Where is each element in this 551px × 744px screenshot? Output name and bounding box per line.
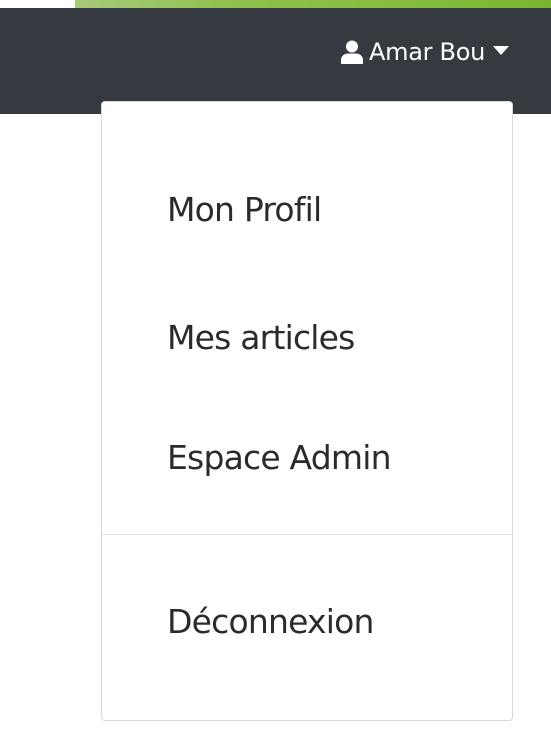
menu-item-profile[interactable]: Mon Profil — [167, 190, 322, 229]
menu-item-articles[interactable]: Mes articles — [167, 318, 355, 357]
user-name: Amar Bou — [369, 38, 485, 66]
green-banner — [75, 0, 551, 8]
caret-down-icon — [493, 45, 509, 55]
dropdown-divider — [102, 534, 512, 535]
menu-item-admin[interactable]: Espace Admin — [167, 438, 392, 477]
navbar: Amar Bou — [0, 8, 551, 114]
page: Amar Bou Mon Profil Mes articles Espace … — [0, 0, 551, 744]
menu-item-logout[interactable]: Déconnexion — [167, 602, 374, 641]
user-icon — [341, 40, 364, 64]
user-menu-toggle[interactable]: Amar Bou — [341, 30, 509, 74]
user-dropdown-menu: Mon Profil Mes articles Espace Admin Déc… — [101, 101, 513, 721]
top-strip — [0, 0, 551, 8]
